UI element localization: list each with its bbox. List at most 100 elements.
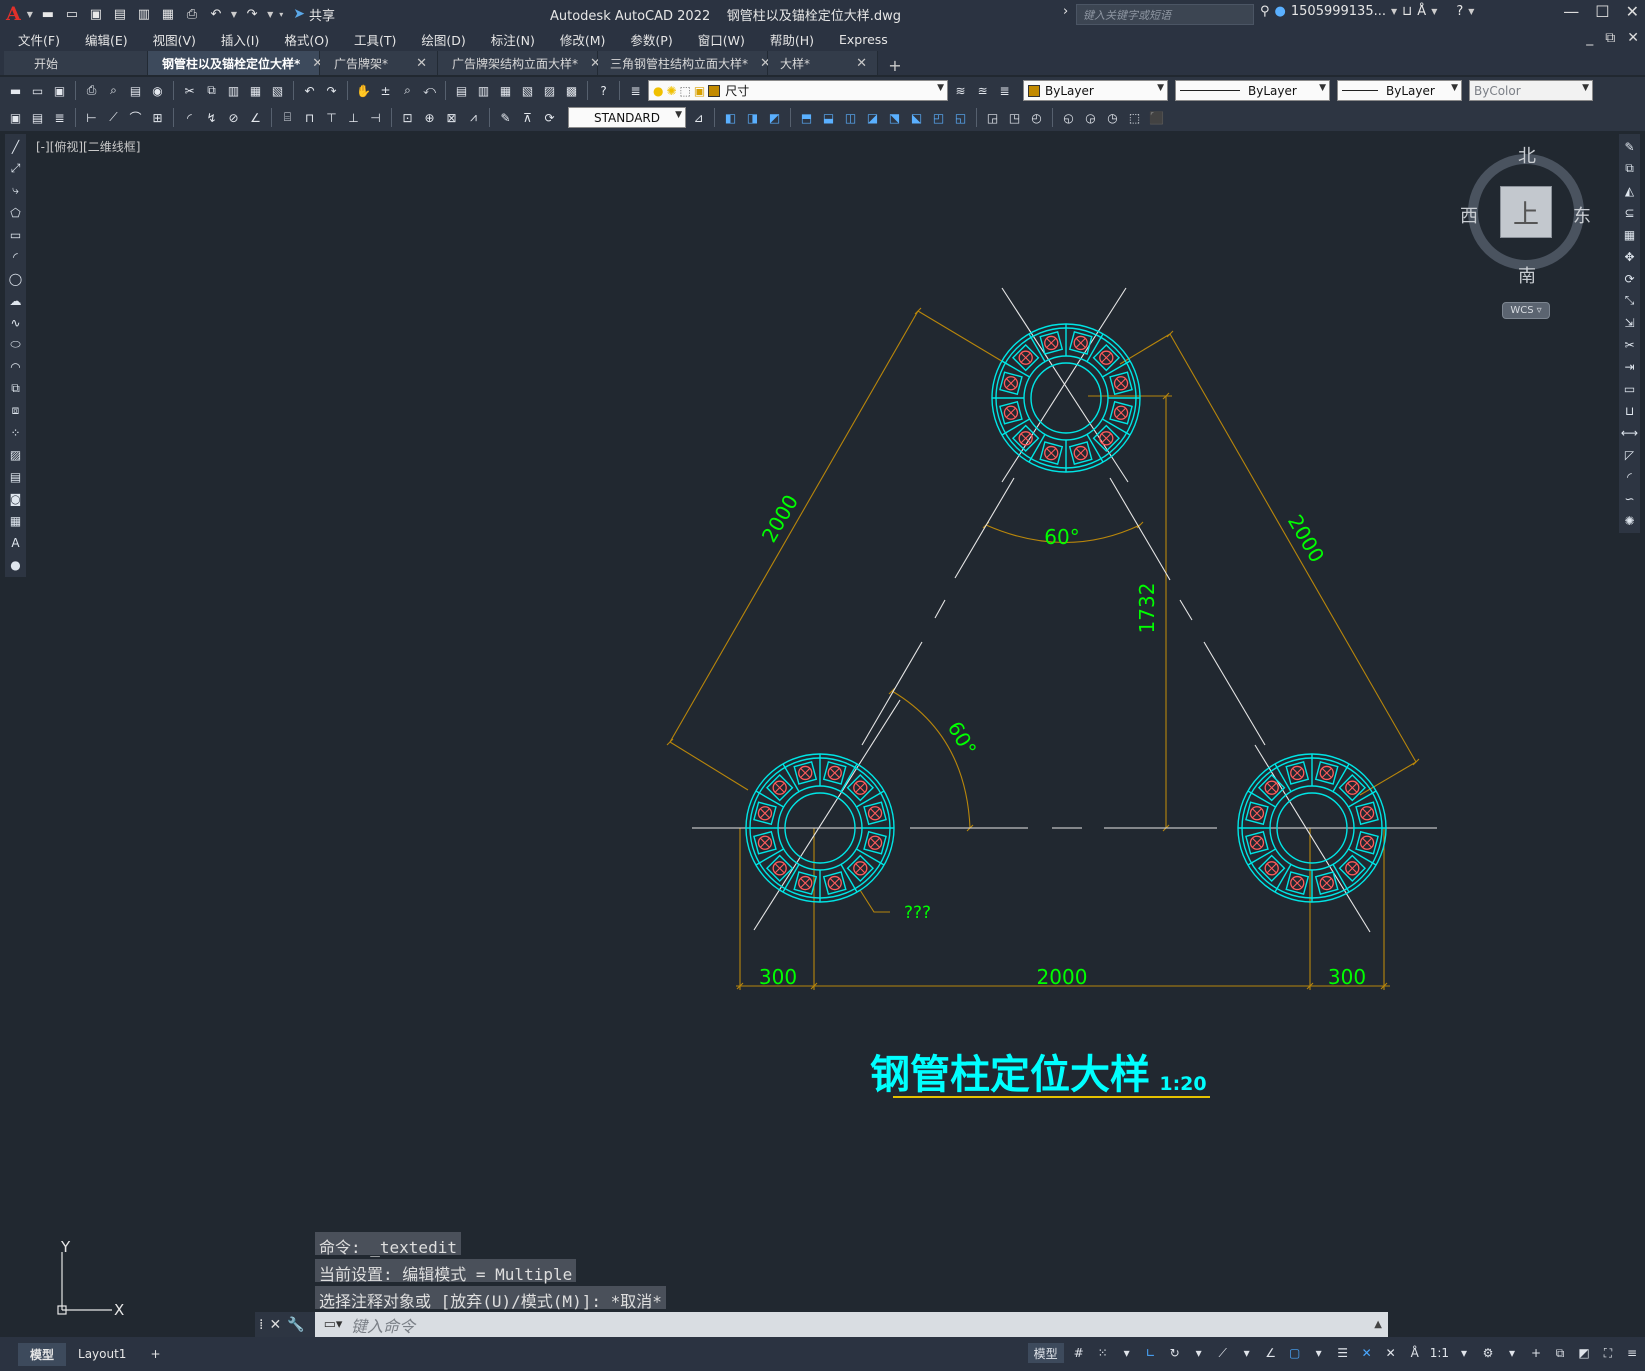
undo-caret-icon[interactable]: ▼ (231, 10, 237, 19)
autocad-logo-icon[interactable]: A (6, 3, 21, 25)
zoom-previous-icon[interactable]: ⤺ (420, 81, 439, 100)
inspection-icon[interactable]: ⊠ (442, 108, 461, 127)
jogged-linear-icon[interactable]: ⩘ (464, 108, 483, 127)
radius-dimension-icon[interactable]: ◜ (180, 108, 199, 127)
workspace-gear-icon[interactable]: ⚙ (1479, 1343, 1497, 1363)
ellipse-arc-icon[interactable]: ◠ (7, 358, 25, 375)
clean-screen-icon[interactable]: ⛶ (1599, 1343, 1617, 1363)
layer-thaw-icon[interactable]: ✺ (666, 84, 676, 98)
tool-palettes-icon[interactable]: ▦ (496, 81, 515, 100)
isodraft-caret-icon[interactable]: ▾ (1238, 1343, 1256, 1363)
make-block-icon[interactable]: ⧈ (7, 402, 25, 419)
interfere-icon[interactable]: ⬛ (1147, 108, 1166, 127)
compass-east[interactable]: 东 (1573, 202, 1591, 228)
tab-billboard-elevation[interactable]: 广告牌架结构立面大样* ✕ (438, 51, 601, 75)
subtract-icon[interactable]: ◨ (743, 108, 762, 127)
menu-file[interactable]: 文件(F) (18, 30, 60, 49)
redo-caret-icon[interactable]: ▼ (267, 10, 273, 19)
clean-icon[interactable]: ◳ (1005, 108, 1024, 127)
tab-triangle-column-elevation[interactable]: 三角钢管柱结构立面大样* ✕ (598, 51, 771, 75)
angular-dimension-icon[interactable]: ∠ (246, 108, 265, 127)
user-caret-icon[interactable]: ▼ (1391, 7, 1397, 16)
ordinate-dimension-icon[interactable]: ⊞ (148, 108, 167, 127)
layer-lock-icon[interactable]: ⬚ (680, 84, 691, 98)
annotation-monitor-icon[interactable]: + (1527, 1343, 1545, 1363)
menu-view[interactable]: 视图(V) (153, 30, 196, 49)
slice-icon[interactable]: ◷ (1103, 108, 1122, 127)
plot-icon[interactable]: ⎙ (183, 5, 201, 23)
customize-qat-icon[interactable]: ▾ (279, 10, 283, 19)
dimension-edit-icon[interactable]: ✎ (496, 108, 515, 127)
ellipse-icon[interactable]: ⬭ (7, 336, 25, 353)
search-input[interactable]: 键入关键字或短语 (1076, 4, 1254, 25)
trim-icon[interactable]: ✂ (1621, 336, 1639, 353)
insert-block-icon[interactable]: ⧉ (7, 380, 25, 397)
layer-unlock-icon[interactable]: ▣ (694, 84, 705, 98)
menu-window[interactable]: 窗口(W) (698, 30, 745, 49)
ortho-icon[interactable]: ∟ (1142, 1343, 1160, 1363)
snap-caret-icon[interactable]: ▾ (1118, 1343, 1136, 1363)
tolerance-icon[interactable]: ⊡ (398, 108, 417, 127)
snap-icon[interactable]: ⁙ (1094, 1343, 1112, 1363)
command-customize-icon[interactable]: 🔧 (287, 1317, 304, 1333)
compass-west[interactable]: 西 (1460, 202, 1478, 228)
publish-icon[interactable]: ▤ (126, 81, 145, 100)
object-snap-caret-icon[interactable]: ▾ (1310, 1343, 1328, 1363)
search-arrow-icon[interactable]: › (1063, 4, 1068, 19)
offset-faces-icon[interactable]: ◫ (841, 108, 860, 127)
check-icon[interactable]: ◶ (1081, 108, 1100, 127)
baseline-dimension-icon[interactable]: ⊓ (300, 108, 319, 127)
line-icon[interactable]: ╱ (7, 138, 25, 155)
auto-scale-icon[interactable]: ✕ (1382, 1343, 1400, 1363)
command-input[interactable]: 键入命令 (351, 1313, 415, 1337)
chamfer-icon[interactable]: ◸ (1621, 446, 1639, 463)
revision-cloud-icon[interactable]: ☁ (7, 292, 25, 309)
redo-icon[interactable]: ↷ (322, 81, 341, 100)
plotstyle-dropdown[interactable]: ByColor ▼ (1469, 80, 1593, 101)
menu-dimension[interactable]: 标注(N) (491, 30, 535, 49)
zoom-window-icon[interactable]: ⌕ (398, 81, 417, 100)
open-icon[interactable]: ▭ (28, 81, 47, 100)
continue-dimension-icon[interactable]: ⊤ (322, 108, 341, 127)
explode-icon[interactable]: ✺ (1621, 512, 1639, 529)
stretch-icon[interactable]: ⇲ (1621, 314, 1639, 331)
undo-icon[interactable]: ↶ (300, 81, 319, 100)
annotation-visibility-icon[interactable]: ✕ (1358, 1343, 1376, 1363)
tab-billboard-frame[interactable]: 广告牌架* ✕ (320, 51, 438, 75)
sheet-set-icon[interactable]: ▧ (518, 81, 537, 100)
jogged-dimension-icon[interactable]: ↯ (202, 108, 221, 127)
polyline-icon[interactable]: ⤷ (7, 182, 25, 199)
aligned-dimension-icon[interactable]: ⟋ (104, 108, 123, 127)
polar-caret-icon[interactable]: ▾ (1190, 1343, 1208, 1363)
doc-minimize-icon[interactable]: _ (1586, 30, 1593, 46)
help-icon[interactable]: ? (594, 81, 613, 100)
join-icon[interactable]: ⟷ (1621, 424, 1639, 441)
section-icon[interactable]: ⬚ (1125, 108, 1144, 127)
table-icon[interactable]: ▦ (7, 512, 25, 529)
add-layout-icon[interactable]: + (138, 1344, 172, 1364)
dimension-text-edit-icon[interactable]: ⊼ (518, 108, 537, 127)
save-icon[interactable]: ▣ (87, 5, 105, 23)
mirror-icon[interactable]: ◭ (1621, 182, 1639, 199)
dimension-style-dropdown[interactable]: STANDARD ▼ (568, 107, 686, 128)
command-grip-icon[interactable]: ⁞ (259, 1317, 263, 1333)
isodraft-icon[interactable]: ⟋ (1214, 1343, 1232, 1363)
rectangle-icon[interactable]: ▭ (7, 226, 25, 243)
layout-tab-model[interactable]: 模型 (18, 1342, 67, 1366)
extrude-faces-icon[interactable]: ⬒ (797, 108, 816, 127)
open-web-icon[interactable]: ▥ (135, 5, 153, 23)
copy-icon[interactable]: ⧉ (202, 81, 221, 100)
object-snap-tracking-icon[interactable]: ∠ (1262, 1343, 1280, 1363)
break-icon[interactable]: ⊔ (1621, 402, 1639, 419)
3d-print-icon[interactable]: ◉ (148, 81, 167, 100)
layer-dropdown[interactable]: ● ✺ ⬚ ▣ 尺寸 ▼ (648, 80, 948, 101)
delete-faces-icon[interactable]: ◪ (863, 108, 882, 127)
command-recent-icon[interactable]: ▭▾ (315, 1317, 351, 1332)
menu-modify[interactable]: 修改(M) (560, 30, 606, 49)
save-as-icon[interactable]: ▤ (111, 5, 129, 23)
command-history-toggle-icon[interactable]: ▲ (1374, 1319, 1382, 1330)
viewport-controls[interactable]: [-][俯视][二维线框] (36, 138, 140, 155)
dimension-update-icon[interactable]: ⟳ (540, 108, 559, 127)
blend-curves-icon[interactable]: ∽ (1621, 490, 1639, 507)
layout-tab-layout1[interactable]: Layout1 (66, 1344, 138, 1364)
